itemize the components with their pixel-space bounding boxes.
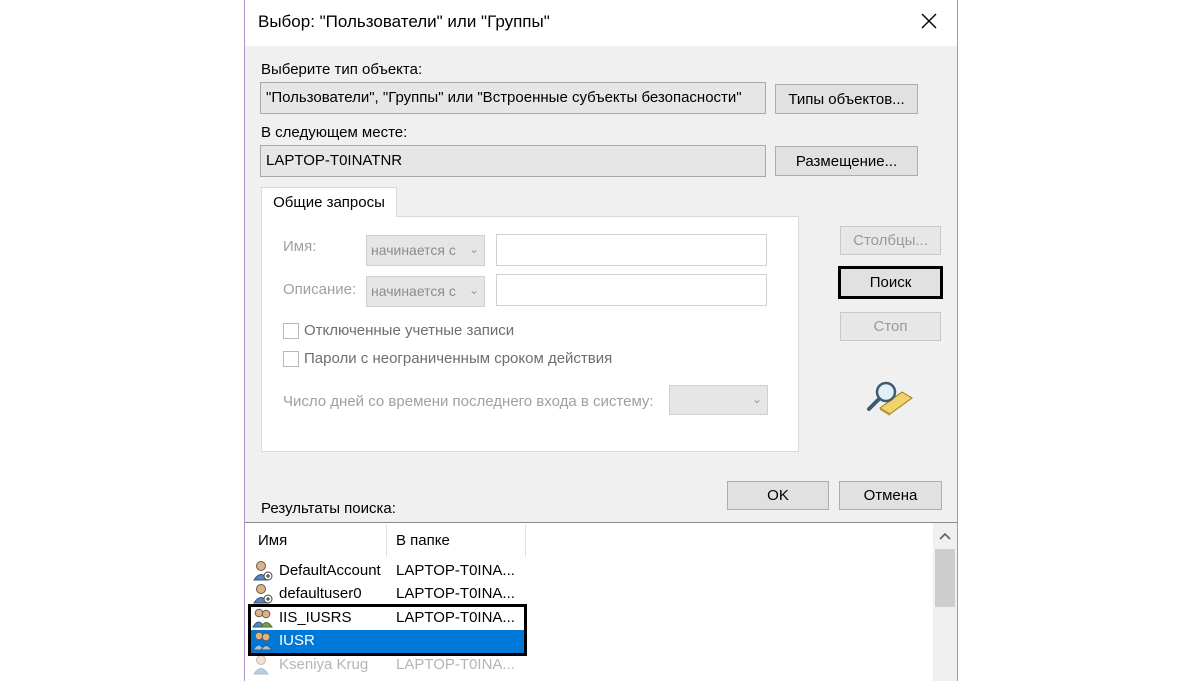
- row-folder: LAPTOP-T0INA...: [396, 562, 515, 579]
- row-name: IIS_IUSRS: [279, 609, 352, 626]
- close-icon[interactable]: [909, 4, 949, 38]
- scroll-up-icon[interactable]: [939, 532, 951, 540]
- search-results-list[interactable]: Имя В папке DefaultAccount LAPTOP-T0INA.…: [245, 522, 957, 681]
- user-icon: [252, 654, 274, 680]
- cancel-button[interactable]: Отмена: [839, 481, 942, 510]
- name-mode-select: начинается с ⌄: [366, 235, 485, 266]
- description-mode-select: начинается с ⌄: [366, 276, 485, 307]
- dialog-title: Выбор: "Пользователи" или "Группы": [258, 12, 550, 31]
- ok-button[interactable]: OK: [727, 481, 829, 510]
- table-row[interactable]: defaultuser0 LAPTOP-T0INA...: [249, 583, 525, 606]
- name-label: Имя:: [283, 238, 317, 255]
- column-divider[interactable]: [525, 525, 526, 557]
- user-icon: [252, 583, 274, 609]
- chevron-down-icon: ⌄: [751, 392, 762, 406]
- table-row[interactable]: IIS_IUSRS LAPTOP-T0INA...: [249, 607, 525, 630]
- vertical-scrollbar[interactable]: [933, 523, 957, 681]
- table-row[interactable]: Kseniya Krug LAPTOP-T0INA...: [249, 654, 525, 677]
- common-queries-panel: Имя: начинается с ⌄ Описание: начинается…: [261, 216, 799, 452]
- magnifier-search-icon: [866, 378, 914, 423]
- select-users-groups-dialog: Выбор: "Пользователи" или "Группы" Выбер…: [244, 0, 958, 681]
- row-name: defaultuser0: [279, 585, 362, 602]
- columns-button: Столбцы...: [840, 226, 941, 255]
- title-bar: Выбор: "Пользователи" или "Группы": [245, 0, 957, 46]
- disabled-accounts-label: Отключенные учетные записи: [304, 322, 515, 339]
- name-mode-value: начинается с: [371, 242, 456, 258]
- table-row[interactable]: DefaultAccount LAPTOP-T0INA...: [249, 560, 525, 583]
- column-header-folder[interactable]: В папке: [387, 523, 525, 557]
- name-input: [496, 234, 767, 266]
- row-folder: LAPTOP-T0INA...: [396, 609, 515, 626]
- search-button[interactable]: Поиск: [838, 266, 943, 299]
- row-folder: LAPTOP-T0INA...: [396, 656, 515, 673]
- non-expiring-passwords-label: Пароли с неограниченным сроком действия: [304, 350, 613, 367]
- search-results-label: Результаты поиска:: [261, 500, 396, 517]
- location-field: LAPTOP-T0INATNR: [260, 145, 766, 177]
- description-mode-value: начинается с: [371, 283, 456, 299]
- object-type-label: Выберите тип объекта:: [261, 61, 423, 78]
- days-since-logon-label: Число дней со времени последнего входа в…: [283, 393, 654, 410]
- location-label: В следующем месте:: [261, 124, 408, 141]
- locations-button[interactable]: Размещение...: [775, 146, 918, 176]
- chevron-down-icon: ⌄: [468, 242, 479, 256]
- row-name: DefaultAccount: [279, 562, 381, 579]
- disabled-accounts-checkbox: [283, 323, 299, 339]
- column-header-name[interactable]: Имя: [249, 523, 386, 557]
- days-since-logon-select: ⌄: [669, 385, 768, 415]
- group-icon: [252, 630, 274, 656]
- stop-button: Стоп: [840, 312, 941, 341]
- non-expiring-passwords-checkbox: [283, 351, 299, 367]
- table-row-selected[interactable]: IUSR: [249, 630, 525, 653]
- scrollbar-thumb[interactable]: [935, 549, 955, 607]
- row-name: IUSR: [279, 632, 315, 649]
- description-input: [496, 274, 767, 306]
- row-name: Kseniya Krug: [279, 656, 369, 673]
- chevron-down-icon: ⌄: [468, 283, 479, 297]
- description-label: Описание:: [283, 281, 357, 298]
- row-folder: LAPTOP-T0INA...: [396, 585, 515, 602]
- object-types-button[interactable]: Типы объектов...: [775, 84, 918, 114]
- tab-common-queries[interactable]: Общие запросы: [261, 187, 397, 217]
- object-type-field: "Пользователи", "Группы" или "Встроенные…: [260, 82, 766, 114]
